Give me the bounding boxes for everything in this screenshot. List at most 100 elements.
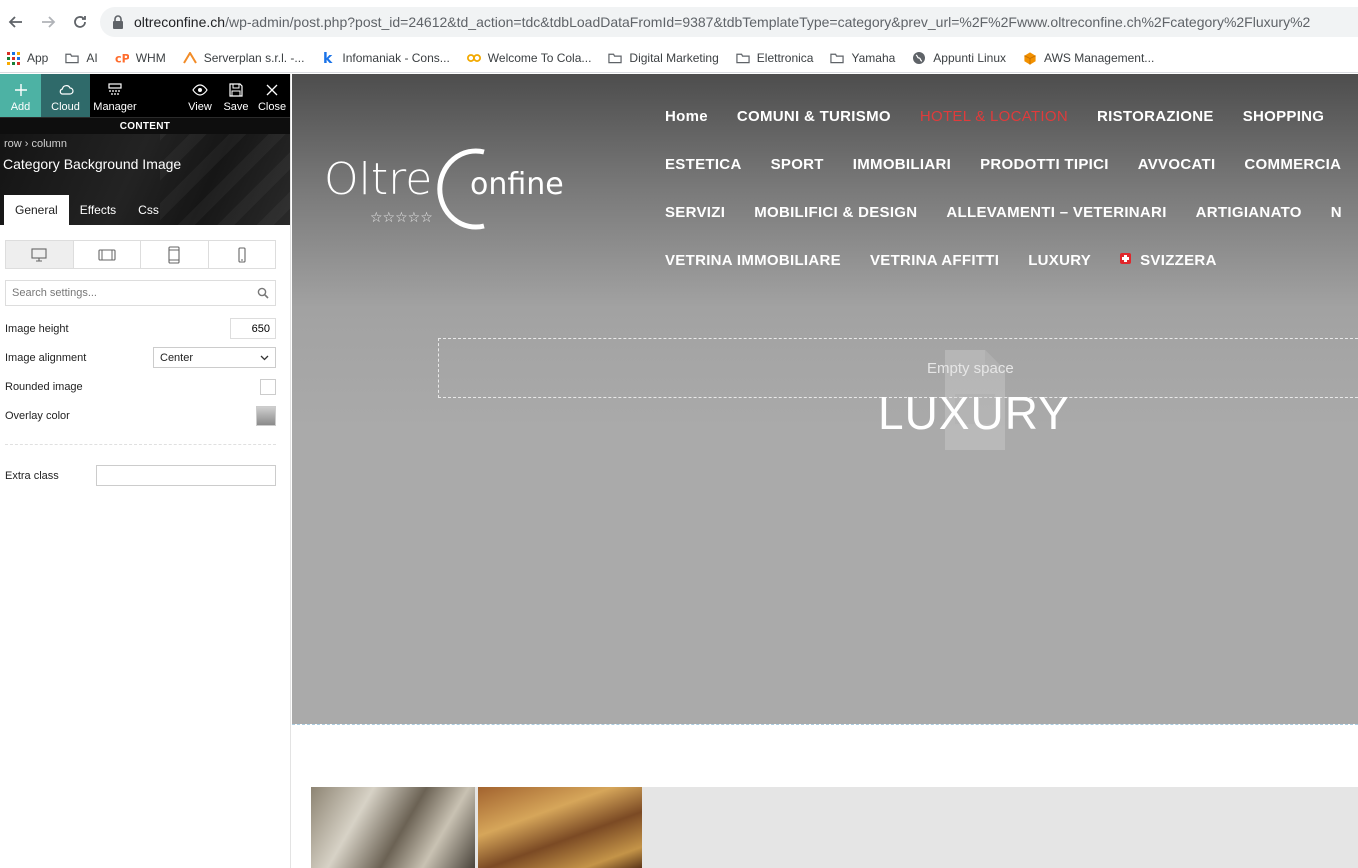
svg-text:onfine: onfine [470, 167, 564, 202]
bookmark-appunti-linux[interactable]: Appunti Linux [912, 51, 1006, 65]
menu-item-svizzera[interactable]: SVIZZERA [1120, 252, 1217, 300]
bookmark-aws[interactable]: AWS Management... [1023, 51, 1154, 65]
post-thumbnail[interactable] [478, 787, 642, 868]
oltre-confine-logo[interactable]: Oltre onfine ☆☆☆☆☆ [324, 142, 564, 232]
reload-icon [74, 16, 86, 28]
menu-item-sport[interactable]: SPORT [771, 156, 824, 204]
bookmark-ai[interactable]: AI [65, 51, 98, 65]
overlay-color-label: Overlay color [5, 409, 70, 422]
view-button[interactable]: View [182, 74, 218, 117]
device-tablet-landscape[interactable] [74, 241, 141, 268]
apps-grid-icon [6, 51, 20, 65]
menu-row: VETRINA IMMOBILIARE VETRINA AFFITTI LUXU… [665, 252, 1358, 300]
menu-item-mobilifici-design[interactable]: MOBILIFICI & DESIGN [754, 204, 917, 252]
rounded-image-label: Rounded image [5, 380, 83, 393]
bookmark-yamaha[interactable]: Yamaha [830, 51, 895, 65]
menu-row: ESTETICA SPORT IMMOBILIARI PRODOTTI TIPI… [665, 156, 1358, 204]
menu-item-hotel-location[interactable]: HOTEL & LOCATION [920, 108, 1068, 156]
search-icon [257, 287, 269, 299]
search-input[interactable] [12, 287, 257, 299]
url-domain: oltreconfine.ch [134, 14, 226, 30]
overlay-color-row: Overlay color [5, 401, 276, 430]
image-height-input[interactable] [230, 318, 276, 339]
menu-item-avvocati[interactable]: AVVOCATI [1138, 156, 1216, 204]
device-mobile[interactable] [209, 241, 276, 268]
panel-tabs: General Effects Css [0, 195, 170, 225]
layers-icon [108, 83, 122, 95]
back-button[interactable] [0, 6, 32, 38]
menu-item-vetrina-immobiliare[interactable]: VETRINA IMMOBILIARE [665, 252, 841, 300]
site-preview: Oltre onfine ☆☆☆☆☆ Home COMUNI & TURISMO… [292, 74, 1358, 868]
serverplan-icon [182, 51, 197, 65]
image-alignment-select[interactable]: Center [153, 347, 276, 368]
folder-icon [830, 51, 845, 65]
menu-item-n[interactable]: N [1331, 204, 1342, 252]
menu-item-ristorazione[interactable]: RISTORAZIONE [1097, 108, 1214, 156]
rounded-image-checkbox[interactable] [260, 378, 276, 395]
breadcrumb[interactable]: row › column [4, 138, 67, 150]
reload-button[interactable] [64, 6, 96, 38]
tab-effects[interactable]: Effects [69, 195, 127, 225]
content-section-label: CONTENT [0, 117, 290, 134]
bookmark-whm[interactable]: cP WHM [115, 51, 166, 65]
divider [5, 444, 276, 445]
extra-class-row: Extra class [5, 465, 276, 486]
menu-row: SERVIZI MOBILIFICI & DESIGN ALLEVAMENTI … [665, 204, 1358, 252]
bookmark-app[interactable]: App [6, 51, 48, 65]
floppy-icon [229, 83, 243, 97]
arrow-right-icon [42, 16, 56, 28]
panel-title: Category Background Image [3, 156, 182, 172]
panel-header: row › column Category Background Image G… [0, 134, 290, 225]
menu-item-servizi[interactable]: SERVIZI [665, 204, 725, 252]
menu-item-comuni-turismo[interactable]: COMUNI & TURISMO [737, 108, 891, 156]
tab-general[interactable]: General [4, 195, 69, 225]
device-tablet-portrait[interactable] [141, 241, 209, 268]
close-button[interactable]: Close [254, 74, 290, 117]
address-bar[interactable]: oltreconfine.ch/wp-admin/post.php?post_i… [100, 7, 1358, 37]
chevron-down-icon [260, 355, 269, 361]
menu-item-artigianato[interactable]: ARTIGIANATO [1196, 204, 1302, 252]
bookmark-digital-marketing[interactable]: Digital Marketing [608, 51, 719, 65]
aws-icon [1023, 51, 1037, 65]
cloud-button[interactable]: Cloud [41, 74, 90, 117]
menu-item-commercia[interactable]: COMMERCIA [1244, 156, 1341, 204]
bookmarks-bar: App AI cP WHM Serverplan s.r.l. -... k I… [0, 44, 1358, 73]
bookmark-cola[interactable]: Welcome To Cola... [466, 51, 591, 65]
menu-item-estetica[interactable]: ESTETICA [665, 156, 742, 204]
menu-item-vetrina-affitti[interactable]: VETRINA AFFITTI [870, 252, 999, 300]
device-desktop[interactable] [6, 241, 74, 268]
svg-text:k: k [323, 51, 333, 65]
menu-item-luxury[interactable]: LUXURY [1028, 252, 1091, 300]
folder-icon [608, 51, 623, 65]
editor-toolbar: Add Cloud Manager View Save Close [0, 74, 290, 117]
manager-button[interactable]: Manager [90, 74, 140, 117]
cpanel-icon: cP [115, 51, 129, 65]
menu-item-shopping[interactable]: SHOPPING [1243, 108, 1325, 156]
mobile-icon [238, 246, 246, 263]
tab-css[interactable]: Css [127, 195, 170, 225]
search-settings [5, 280, 276, 306]
forward-button[interactable] [32, 6, 64, 38]
extra-class-input[interactable] [96, 465, 276, 486]
save-button[interactable]: Save [218, 74, 254, 117]
menu-item-allevamenti-veterinari[interactable]: ALLEVAMENTI – VETERINARI [946, 204, 1166, 252]
bookmark-elettronica[interactable]: Elettronica [736, 51, 813, 65]
menu-item-prodotti-tipici[interactable]: PRODOTTI TIPICI [980, 156, 1109, 204]
category-background-image[interactable]: Oltre onfine ☆☆☆☆☆ Home COMUNI & TURISMO… [292, 74, 1358, 724]
cloud-icon [59, 85, 74, 95]
bookmark-infomaniak[interactable]: k Infomaniak - Cons... [321, 51, 449, 65]
menu-item-immobiliari[interactable]: IMMOBILIARI [853, 156, 951, 204]
post-thumbnail[interactable] [311, 787, 475, 868]
browser-toolbar: oltreconfine.ch/wp-admin/post.php?post_i… [0, 0, 1358, 44]
add-button[interactable]: Add [0, 74, 41, 117]
menu-item-home[interactable]: Home [665, 108, 708, 156]
posts-gallery [311, 787, 1358, 868]
tablet-landscape-icon [98, 248, 116, 261]
image-height-label: Image height [5, 322, 69, 335]
overlay-color-picker[interactable] [256, 405, 276, 426]
bookmark-serverplan[interactable]: Serverplan s.r.l. -... [182, 51, 304, 65]
extra-class-label: Extra class [5, 469, 59, 482]
folder-icon [736, 51, 750, 65]
device-switcher [5, 240, 276, 269]
eye-icon [192, 84, 208, 96]
